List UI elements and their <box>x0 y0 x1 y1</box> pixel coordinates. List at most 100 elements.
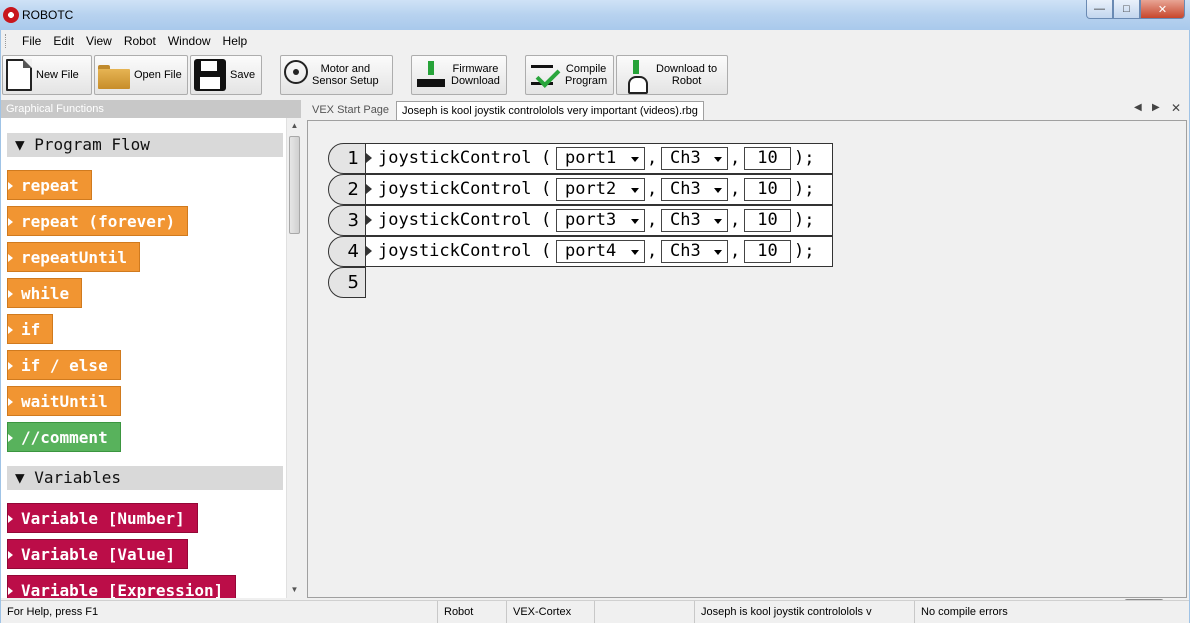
scroll-down-arrow-icon[interactable]: ▼ <box>287 582 302 598</box>
joystick-control-block[interactable]: joystickControl ( port1 , Ch3 , 10 ); <box>365 143 833 174</box>
block-if-else[interactable]: if / else <box>7 350 121 380</box>
block-repeat-forever[interactable]: repeat (forever) <box>7 206 189 236</box>
port-dropdown[interactable]: port1 <box>556 147 645 170</box>
section-variables[interactable]: ▼ Variables <box>7 466 283 490</box>
tab-strip: VEX Start Page Joseph is kool joystik co… <box>307 100 1189 120</box>
minimize-button[interactable]: — <box>1086 0 1113 19</box>
comma: , <box>647 179 658 199</box>
function-name: joystickControl <box>378 241 532 261</box>
chevron-down-icon <box>714 250 722 255</box>
palette-scrollbar[interactable]: ▲ ▼ <box>286 118 301 598</box>
joystick-control-block[interactable]: joystickControl ( port4 , Ch3 , 10 ); <box>365 236 833 267</box>
close-paren-semicolon: ); <box>794 148 815 168</box>
channel-value: Ch3 <box>670 148 701 168</box>
compile-label-line1: Compile <box>565 63 607 75</box>
channel-dropdown[interactable]: Ch3 <box>661 178 728 201</box>
chevron-down-icon <box>714 219 722 224</box>
line-number[interactable]: 3 <box>328 205 366 236</box>
value-input[interactable]: 10 <box>744 147 791 170</box>
new-file-button[interactable]: New File <box>2 55 92 95</box>
firmware-label: Firmware Download <box>451 63 500 87</box>
open-paren: ( <box>541 148 552 168</box>
menu-file[interactable]: File <box>16 30 47 52</box>
close-button[interactable]: ✕ <box>1140 0 1185 19</box>
status-compile: No compile errors <box>914 601 1189 623</box>
port-dropdown[interactable]: port4 <box>556 240 645 263</box>
block-wait-until[interactable]: waitUntil <box>7 386 121 416</box>
menu-window[interactable]: Window <box>162 30 217 52</box>
block-variable-expression[interactable]: Variable [Expression] <box>7 575 237 598</box>
channel-dropdown[interactable]: Ch3 <box>661 209 728 232</box>
line-number[interactable]: 5 <box>328 267 366 298</box>
block-while[interactable]: while <box>7 278 83 308</box>
menu-grip <box>5 34 8 48</box>
chevron-down-icon <box>631 157 639 162</box>
line-number[interactable]: 2 <box>328 174 366 205</box>
value-input[interactable]: 10 <box>744 178 791 201</box>
block-repeat[interactable]: repeat <box>7 170 92 200</box>
line-number[interactable]: 1 <box>328 143 366 174</box>
tab-scroll-left-icon[interactable]: ◀ <box>1134 102 1142 113</box>
chevron-down-icon <box>714 188 722 193</box>
channel-dropdown[interactable]: Ch3 <box>661 240 728 263</box>
save-button[interactable]: Save <box>190 55 262 95</box>
value-input[interactable]: 10 <box>744 209 791 232</box>
tab-scroll-right-icon[interactable]: ▶ <box>1152 102 1160 113</box>
compile-label-line2: Program <box>565 75 608 87</box>
download-robot-icon <box>620 59 652 94</box>
scroll-up-arrow-icon[interactable]: ▲ <box>287 118 302 134</box>
open-paren: ( <box>541 179 552 199</box>
status-bar: For Help, press F1 Robot VEX-Cortex Jose… <box>1 600 1189 623</box>
port-dropdown[interactable]: port3 <box>556 209 645 232</box>
tab-close-icon[interactable]: ✕ <box>1171 101 1181 115</box>
window-title: ROBOTC <box>22 8 74 22</box>
status-empty <box>594 601 694 623</box>
tab-vex-start-page[interactable]: VEX Start Page <box>307 101 394 120</box>
block-variable-number[interactable]: Variable [Number] <box>7 503 198 533</box>
menu-robot[interactable]: Robot <box>118 30 162 52</box>
block-comment[interactable]: //comment <box>7 422 121 452</box>
save-label: Save <box>230 69 256 81</box>
port-value: port2 <box>565 179 617 199</box>
chevron-down-icon <box>631 219 639 224</box>
open-paren: ( <box>541 241 552 261</box>
chevron-down-icon <box>631 188 639 193</box>
comma: , <box>647 241 658 261</box>
line-number[interactable]: 4 <box>328 236 366 267</box>
code-canvas[interactable]: 1 joystickControl ( port1 , Ch3 , 10 ); … <box>307 120 1187 623</box>
channel-value: Ch3 <box>670 179 701 199</box>
motor-label-line1: Motor and <box>320 63 371 75</box>
firmware-download-button[interactable]: Firmware Download <box>411 55 507 95</box>
menu-edit[interactable]: Edit <box>47 30 80 52</box>
motor-label-line2: Sensor Setup <box>312 75 379 87</box>
comma: , <box>730 241 741 261</box>
menu-help[interactable]: Help <box>217 30 254 52</box>
maximize-button[interactable]: □ <box>1113 0 1140 19</box>
function-name: joystickControl <box>378 179 532 199</box>
scrollbar-thumb[interactable] <box>289 136 300 234</box>
chevron-down-icon <box>631 250 639 255</box>
block-if[interactable]: if <box>7 314 54 344</box>
channel-value: Ch3 <box>670 241 701 261</box>
block-variable-value[interactable]: Variable [Value] <box>7 539 189 569</box>
close-paren-semicolon: ); <box>794 210 815 230</box>
channel-dropdown[interactable]: Ch3 <box>661 147 728 170</box>
port-dropdown[interactable]: port2 <box>556 178 645 201</box>
chevron-down-icon <box>714 157 722 162</box>
motor-sensor-setup-button[interactable]: Motor and Sensor Setup <box>280 55 393 95</box>
block-repeat-until[interactable]: repeatUntil <box>7 242 140 272</box>
download-to-robot-button[interactable]: Download to Robot <box>616 55 728 95</box>
section-program-flow[interactable]: ▼ Program Flow <box>7 133 283 157</box>
value-input[interactable]: 10 <box>744 240 791 263</box>
joystick-control-block[interactable]: joystickControl ( port3 , Ch3 , 10 ); <box>365 205 833 236</box>
comma: , <box>730 148 741 168</box>
menu-view[interactable]: View <box>80 30 118 52</box>
function-name: joystickControl <box>378 210 532 230</box>
tab-active-file[interactable]: Joseph is kool joystik contrololols very… <box>396 101 704 120</box>
open-file-label: Open File <box>134 69 182 81</box>
motor-sensor-label: Motor and Sensor Setup <box>312 63 379 87</box>
open-file-button[interactable]: Open File <box>94 55 188 95</box>
port-value: port3 <box>565 210 617 230</box>
compile-program-button[interactable]: Compile Program <box>525 55 614 95</box>
joystick-control-block[interactable]: joystickControl ( port2 , Ch3 , 10 ); <box>365 174 833 205</box>
